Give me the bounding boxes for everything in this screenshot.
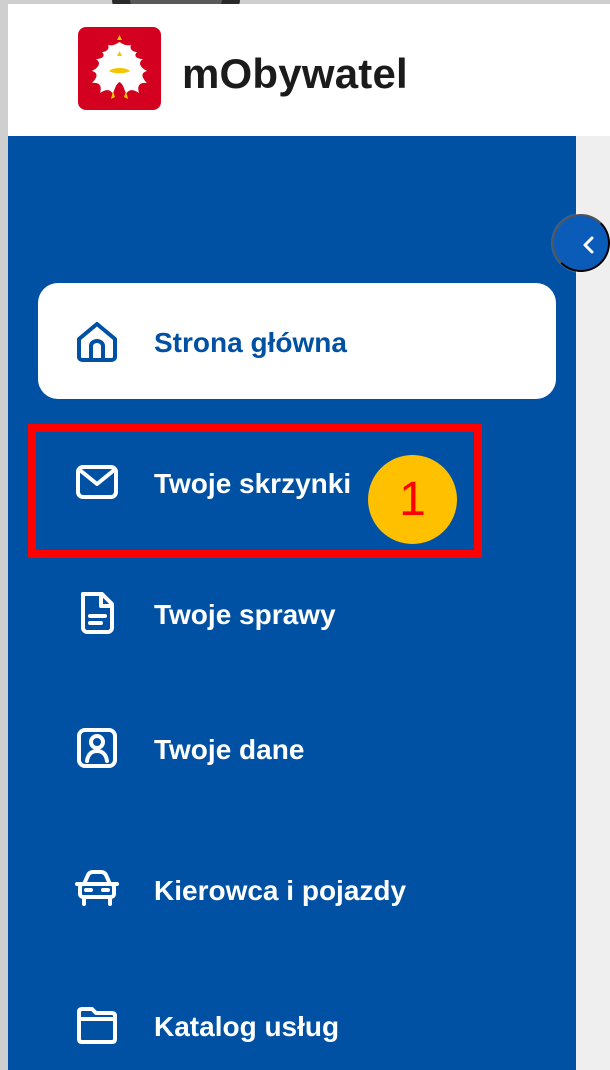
sidebar-item-twoje-sprawy[interactable]: Twoje sprawy	[38, 555, 556, 671]
folder-icon	[77, 1007, 117, 1044]
chevron-left-icon	[583, 236, 594, 254]
step-number-badge: 1	[368, 455, 457, 544]
app-header: mObywatel	[8, 4, 610, 140]
document-icon	[81, 592, 114, 634]
person-card-icon	[77, 728, 117, 768]
sidebar-item-label: Katalog usług	[154, 1011, 340, 1042]
sidebar-item-label: Strona główna	[154, 327, 347, 358]
home-icon	[77, 322, 117, 362]
sidebar-item-twoje-dane[interactable]: Twoje dane	[38, 690, 556, 806]
sidebar-item-katalog-uslug[interactable]: Katalog usług	[38, 967, 556, 1070]
sidebar-item-label: Twoje dane	[154, 734, 305, 765]
app-title: mObywatel	[182, 50, 408, 97]
content-area-edge	[576, 136, 610, 1070]
app-screen: mObywatel Strona główna Twoje skrzynki T…	[0, 0, 610, 1070]
sidebar-item-label: Kierowca i pojazdy	[154, 875, 407, 906]
sidebar-item-kierowca-i-pojazdy[interactable]: Kierowca i pojazdy	[38, 831, 556, 947]
sidebar-item-strona-glowna[interactable]: Strona główna	[38, 283, 556, 399]
collapse-sidebar-button[interactable]	[552, 214, 610, 272]
polish-eagle-emblem-icon	[78, 27, 161, 110]
sidebar-item-label: Twoje sprawy	[154, 599, 336, 630]
car-icon	[75, 870, 119, 906]
